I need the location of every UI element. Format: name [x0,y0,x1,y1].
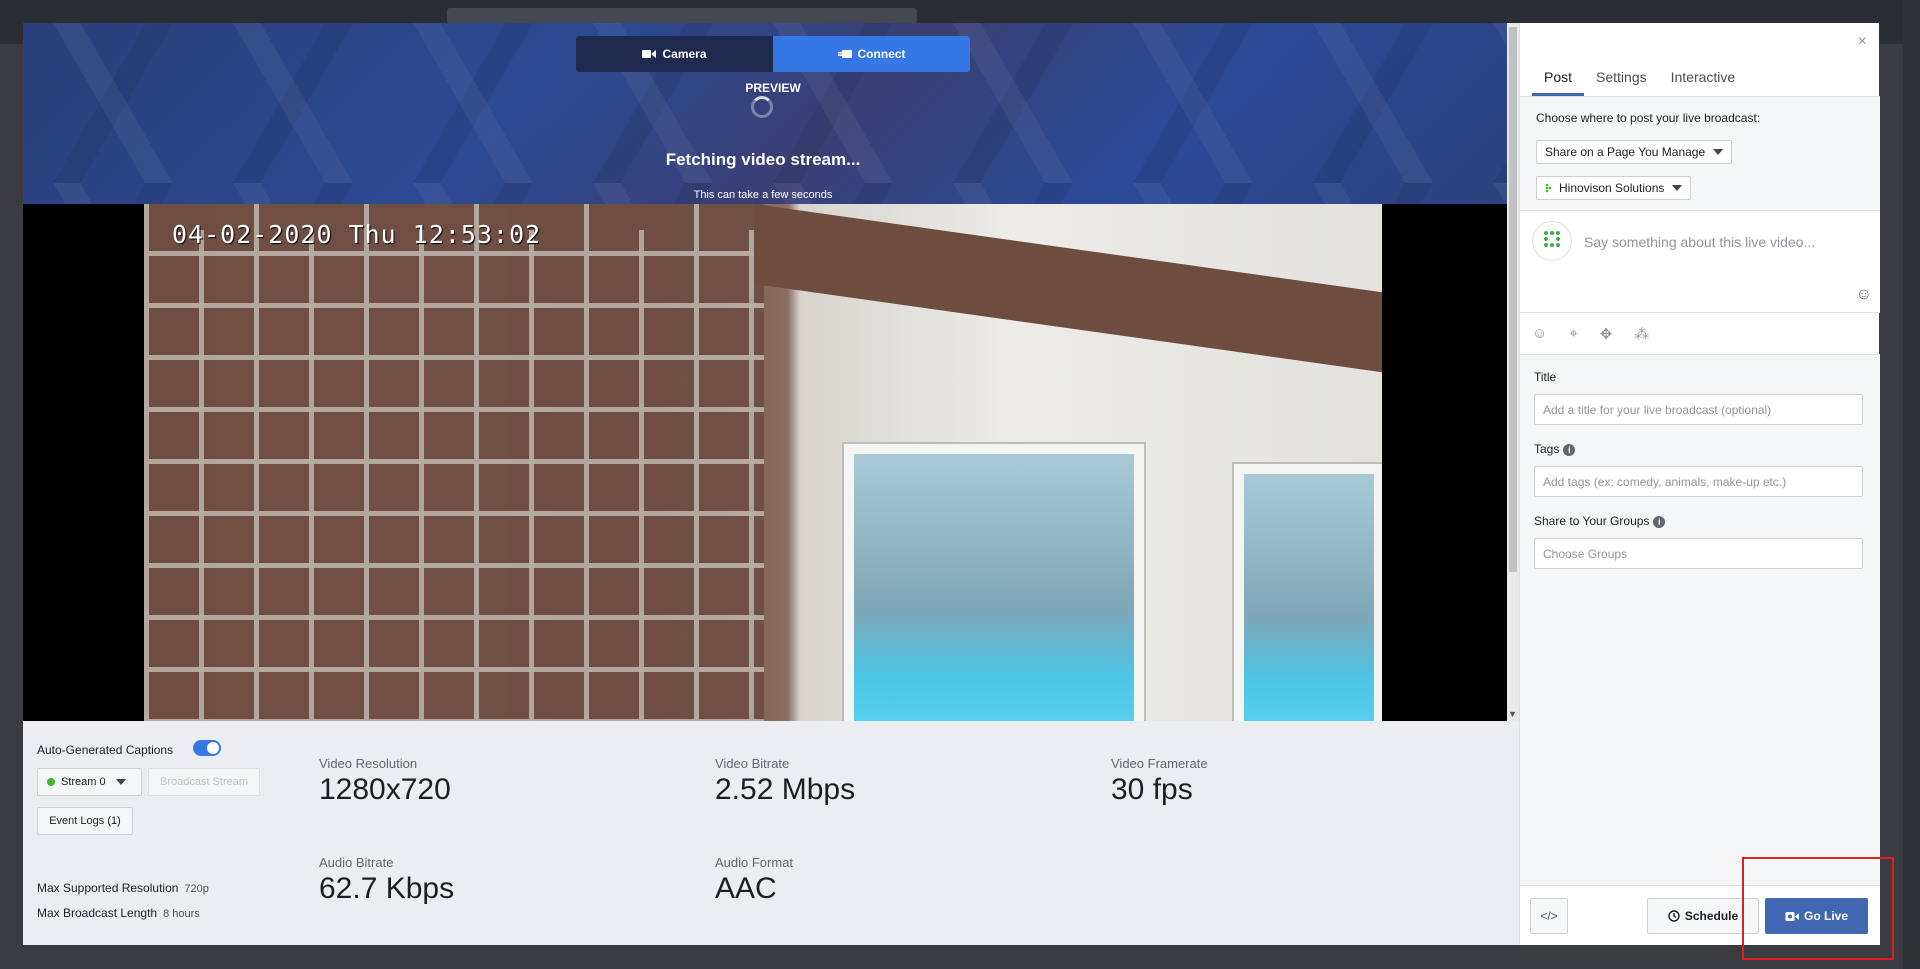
share-destination-value: Share on a Page You Manage [1545,145,1706,159]
loading-spinner-icon [751,96,773,118]
tab-post[interactable]: Post [1532,58,1585,96]
stat-label: Audio Format [715,855,794,870]
tags-label: Tags [1534,442,1560,456]
connect-tab[interactable]: Connect [773,36,970,72]
post-settings-panel: × Post Settings Interactive Choose where… [1519,23,1880,945]
caret-down-icon [1713,149,1724,155]
stat-value: 62.7 Kbps [319,872,455,905]
stream-select-label: Stream 0 [61,776,106,788]
captions-toggle[interactable] [193,740,221,756]
page-avatar [1532,221,1572,261]
groups-label: Share to Your Groups [1534,514,1650,528]
broadcast-stream-button[interactable]: Broadcast Stream [148,768,260,796]
page-logo-icon [1544,231,1560,247]
door-window-left [844,444,1144,721]
destination-label: Choose where to post your live broadcast… [1536,111,1761,125]
connect-tab-label: Connect [857,47,906,61]
compose-input[interactable]: Say something about this live video... [1584,234,1815,250]
schedule-button-label: Schedule [1684,909,1739,923]
stat-label: Video Resolution [319,756,418,771]
schedule-button[interactable]: Schedule [1647,898,1759,934]
stage-scrollbar[interactable]: ▼ [1507,23,1519,721]
title-label: Title [1534,370,1557,384]
fetching-subtitle: This can take a few seconds [693,189,833,201]
location-pin-icon[interactable]: ⌖ [1569,325,1577,342]
tab-settings[interactable]: Settings [1584,58,1659,96]
stat-value: 1280x720 [319,773,451,806]
scroll-down-arrow-icon[interactable]: ▼ [1508,709,1517,719]
title-input[interactable] [1534,394,1863,425]
groups-input[interactable] [1534,538,1863,569]
tag-people-icon[interactable]: ⁂ [1634,325,1649,343]
camera-feed-video: 04-02-2020 Thu 12:53:02 [144,204,1382,721]
post-attachments-bar: ☺ ⌖ ✥ ⁂ [1520,313,1880,355]
stream-stats-panel: Auto-Generated Captions Stream 0 Broadca… [23,721,1519,945]
preview-label: PREVIEW [745,81,801,95]
fetching-title: Fetching video stream... [665,150,861,169]
max-resolution-row: Max Supported Resolution 720p [37,881,209,895]
event-logs-button[interactable]: Event Logs (1) [37,807,133,835]
stat-audio-bitrate: Audio Bitrate 62.7 Kbps [319,855,454,906]
page-logo-icon [1545,183,1552,193]
feeling-icon[interactable]: ☺ [1532,325,1547,342]
camera-tab[interactable]: Camera [576,36,773,72]
max-resolution-label: Max Supported Resolution [37,881,179,895]
stat-value: 30 fps [1111,773,1193,806]
caret-down-icon [115,779,126,785]
page-select-dropdown[interactable]: Hinovison Solutions [1536,176,1692,200]
stat-label: Video Framerate [1111,756,1208,771]
crosshair-icon[interactable]: ✥ [1600,325,1613,343]
clock-icon [1668,910,1680,922]
groups-label-row: Share to Your Groups i [1534,514,1666,528]
live-camera-icon [1785,911,1799,921]
max-resolution-value: 720p [184,883,209,895]
max-length-label: Max Broadcast Length [37,906,158,920]
page-scrollbar[interactable] [1903,0,1920,969]
emoji-icon[interactable]: ☺ [1856,286,1872,304]
go-live-button[interactable]: Go Live [1765,898,1868,934]
door-window-right [1234,464,1382,721]
stat-video-framerate: Video Framerate 30 fps [1111,756,1208,807]
camera-tab-label: Camera [662,47,707,61]
info-icon[interactable]: i [1653,516,1666,528]
tab-interactive[interactable]: Interactive [1659,58,1748,96]
tags-input[interactable] [1534,466,1863,497]
page-select-value: Hinovison Solutions [1559,181,1665,195]
stat-audio-format: Audio Format AAC [715,855,793,906]
stat-label: Audio Bitrate [319,855,394,870]
source-switch: Camera Connect [576,36,970,72]
stage-scrollbar-thumb[interactable] [1509,27,1517,572]
captions-label: Auto-Generated Captions [37,743,174,757]
stat-label: Video Bitrate [715,756,790,771]
max-length-row: Max Broadcast Length 8 hours [37,906,200,920]
stat-value: 2.52 Mbps [715,773,856,806]
info-icon[interactable]: i [1563,444,1576,456]
brick-wall-offset [144,230,764,721]
stream-select[interactable]: Stream 0 [37,768,142,796]
stat-video-bitrate: Video Bitrate 2.52 Mbps [715,756,855,807]
video-stage: Camera Connect PREVIEW Fetching video st… [23,23,1507,721]
close-icon[interactable]: × [1858,33,1867,51]
tags-label-row: Tags i [1534,442,1576,456]
video-camera-icon [642,50,657,58]
share-destination-dropdown[interactable]: Share on a Page You Manage [1536,140,1733,164]
stream-status-dot [47,778,55,786]
video-timestamp: 04-02-2020 Thu 12:53:02 [172,220,542,249]
plug-icon [837,50,852,58]
stat-video-resolution: Video Resolution 1280x720 [319,756,451,807]
go-live-button-label: Go Live [1803,909,1848,923]
live-producer-modal: Camera Connect PREVIEW Fetching video st… [23,23,1880,945]
roof-overhang [754,204,1382,373]
embed-code-button[interactable]: </> [1530,898,1568,934]
panel-footer: </> Schedule Go Live [1520,885,1880,945]
max-length-value: 8 hours [163,908,200,920]
post-details-section: Title Tagsi Share to Your Groupsi [1520,355,1880,885]
compose-section: Say something about this live video... ☺ [1520,211,1880,313]
caret-down-icon [1672,185,1683,191]
panel-tabs: Post Settings Interactive [1520,58,1880,97]
stat-value: AAC [715,872,777,905]
destination-section: Choose where to post your live broadcast… [1520,97,1880,211]
